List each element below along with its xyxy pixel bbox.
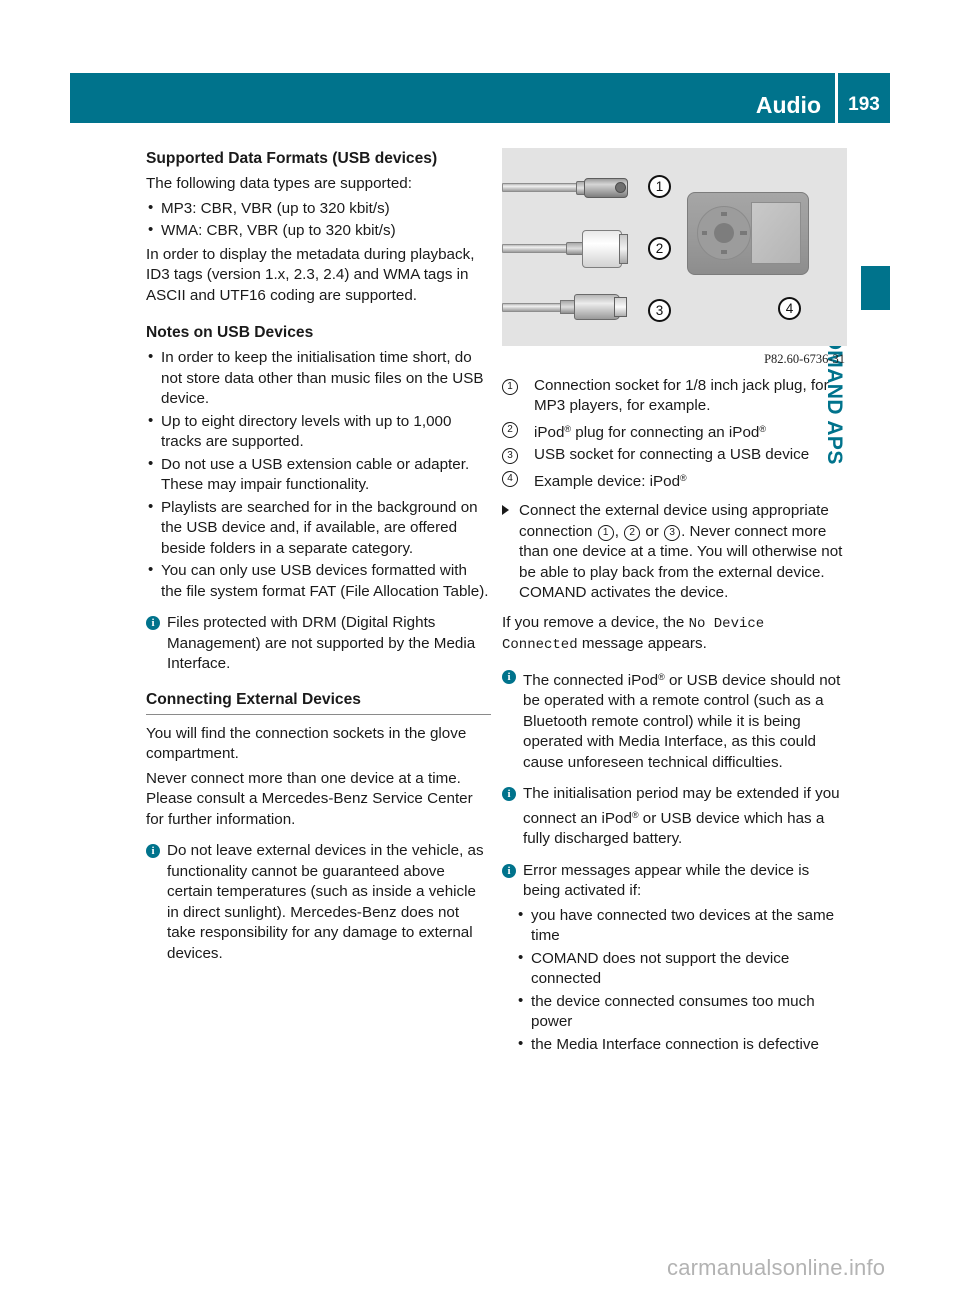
heading-supported-data-formats: Supported Data Formats (USB devices)	[146, 150, 438, 167]
number-2-icon: 2	[624, 524, 641, 541]
list-item: Do not use a USB extension cable or adap…	[146, 454, 491, 496]
number-4-icon: 4	[502, 470, 518, 487]
list-item: You can only use USB devices formatted w…	[146, 560, 491, 602]
page-number: 193	[848, 94, 880, 115]
click-wheel-center	[714, 223, 734, 243]
note-drm: i Files protected with DRM (Digital Right…	[146, 613, 491, 675]
info-icon: i	[502, 669, 516, 684]
usb-notes-bullet-list: In order to keep the initialisation time…	[146, 347, 491, 602]
left-column: Supported Data Formats (USB devices) The…	[146, 148, 491, 968]
usb-cable	[502, 292, 642, 322]
ipod-screen	[751, 202, 801, 264]
list-item: COMAND does not support the device conne…	[516, 948, 847, 990]
page-number-box: 193	[838, 73, 890, 123]
note-error-messages: i Error messages appear while the device …	[502, 861, 847, 902]
remove-text-b: message appears.	[577, 635, 707, 652]
ipod-dock-cable	[502, 228, 642, 270]
figure-legend: 1 Connection socket for 1/8 inch jack pl…	[502, 376, 847, 493]
number-3-icon: 3	[664, 524, 681, 541]
list-item: Up to eight directory levels with up to …	[146, 411, 491, 453]
step-text-3: or	[641, 522, 664, 540]
example-ipod-device	[687, 192, 809, 275]
header-title-band: Audio	[70, 73, 835, 123]
legend-row-3: 3 USB socket for connecting a USB device	[502, 445, 847, 466]
legend-text: Connection socket for 1/8 inch jack plug…	[534, 376, 829, 415]
note-text: Files protected with DRM (Digital Rights…	[167, 614, 476, 672]
info-icon: i	[146, 616, 160, 630]
sockets-paragraph: You will find the connection sockets in …	[146, 724, 467, 763]
list-item: Playlists are searched for in the backgr…	[146, 497, 491, 560]
click-wheel	[697, 206, 751, 260]
error-causes-bullet-list: you have connected two devices at the sa…	[516, 905, 847, 1056]
callout-4: 4	[778, 297, 801, 320]
arrow-right-icon	[502, 505, 509, 515]
format-bullet-list: MP3: CBR, VBR (up to 320 kbit/s) WMA: CB…	[146, 198, 491, 242]
legend-row-1: 1 Connection socket for 1/8 inch jack pl…	[502, 376, 847, 417]
chapter-tab-marker	[861, 266, 890, 310]
note-text: Do not leave external devices in the veh…	[167, 842, 484, 962]
figure-code: P82.60-6736-31	[764, 352, 845, 366]
info-icon: i	[146, 844, 160, 858]
note-leave-devices: i Do not leave external devices in the ve…	[146, 841, 491, 964]
list-item: the device connected consumes too much p…	[516, 991, 847, 1033]
figure-canvas: 1 2 3 4	[502, 148, 847, 346]
never-connect-paragraph: Never connect more than one device at a …	[146, 769, 473, 828]
site-watermark: carmanualsonline.info	[667, 1255, 886, 1280]
callout-1: 1	[648, 175, 671, 198]
metadata-paragraph: In order to display the metadata during …	[146, 245, 475, 304]
registered-mark: ®	[658, 671, 665, 682]
heading-connecting-external-devices: Connecting External Devices	[146, 689, 491, 715]
jack-plug-cable	[502, 176, 642, 200]
legend-row-2: 2 iPod® plug for connecting an iPod®	[502, 419, 847, 444]
note-remote-control: i The connected iPod® or USB device shoul…	[502, 667, 847, 774]
intro-paragraph: The following data types are supported:	[146, 175, 412, 192]
heading-notes-on-usb-devices: Notes on USB Devices	[146, 324, 314, 341]
note-initialisation-period: i The initialisation period may be extend…	[502, 784, 847, 850]
legend-text-a: iPod	[534, 423, 565, 441]
legend-row-4: 4 Example device: iPod®	[502, 468, 847, 493]
remove-device-paragraph: If you remove a device, the No Device Co…	[502, 613, 847, 656]
connection-sockets-figure: 1 2 3 4 P82.60-6736-31	[502, 148, 847, 370]
info-icon: i	[502, 863, 516, 878]
page-title: Audio	[755, 92, 821, 118]
step-connect-device: Connect the external device using approp…	[502, 501, 847, 604]
number-1-icon: 1	[597, 524, 614, 541]
number-3-icon: 3	[502, 448, 518, 464]
page-header: Audio 193	[70, 73, 890, 123]
number-1-icon: 1	[502, 378, 518, 395]
right-column: 1 2 3 4 P82.60-6736-31 1 Connection sock…	[502, 148, 847, 1058]
registered-mark: ®	[631, 809, 639, 820]
note-text-a: The connected iPod	[523, 671, 659, 689]
list-item: In order to keep the initialisation time…	[146, 347, 491, 410]
registered-mark: ®	[680, 472, 687, 483]
list-item: MP3: CBR, VBR (up to 320 kbit/s)	[146, 198, 491, 220]
legend-text-b: plug for connecting an iPod	[571, 423, 760, 441]
number-2-icon: 2	[502, 421, 518, 438]
note-text: Error messages appear while the device i…	[523, 861, 810, 900]
list-item: you have connected two devices at the sa…	[516, 905, 847, 947]
legend-text: Example device: iPod	[534, 472, 681, 490]
legend-text: USB socket for connecting a USB device	[534, 446, 810, 463]
step-text-2: ,	[614, 522, 624, 540]
registered-mark: ®	[759, 423, 766, 434]
callout-3: 3	[648, 299, 671, 322]
callout-2: 2	[648, 237, 671, 260]
list-item: WMA: CBR, VBR (up to 320 kbit/s)	[146, 220, 491, 242]
remove-text-a: If you remove a device, the	[502, 613, 689, 631]
list-item: the Media Interface connection is defect…	[516, 1034, 847, 1056]
info-icon: i	[502, 787, 516, 801]
